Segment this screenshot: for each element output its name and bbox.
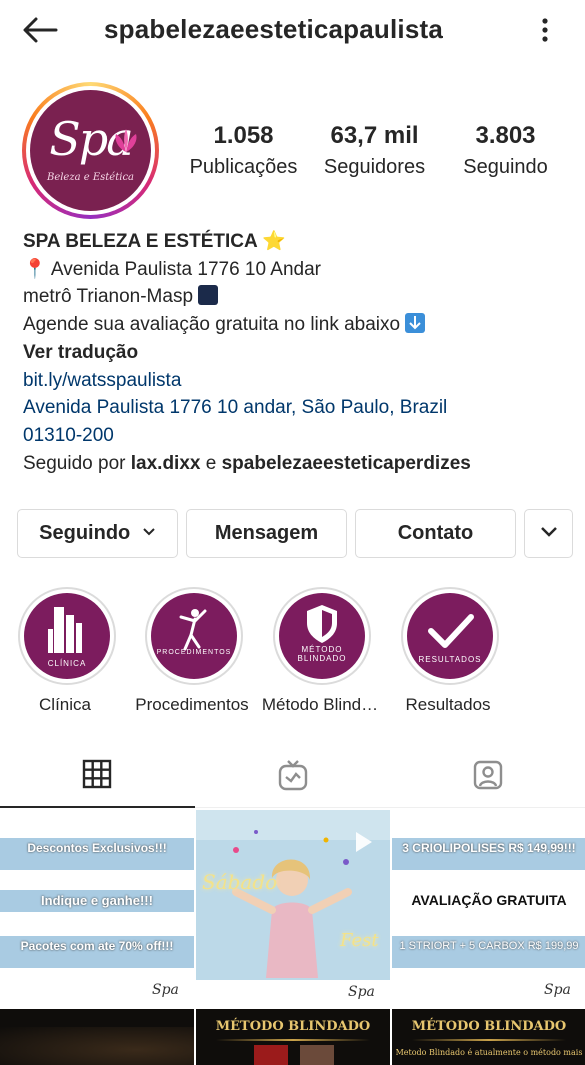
post-divider	[412, 1039, 566, 1041]
bio-line3-text: Agende sua avaliação gratuita no link ab…	[23, 314, 401, 336]
bio-line1-text: Avenida Paulista 1776 10 Andar	[50, 258, 321, 280]
stat-followers-value: 63,7 mil	[330, 122, 419, 149]
following-button-label: Seguindo	[39, 522, 131, 544]
post-text: Indique e ganhe!!!	[0, 890, 194, 912]
bio-line2-text: metrô Trianon-Masp	[23, 286, 194, 308]
highlight-label: Procedimentos	[135, 695, 249, 714]
avatar-subtitle: Beleza e Estética	[46, 172, 135, 183]
pin-icon: 📍	[23, 258, 47, 280]
followed-prefix: Seguido por	[23, 452, 131, 474]
following-button[interactable]: Seguindo	[17, 509, 178, 558]
posts-grid: Descontos Exclusivos!!! Indique e ganhe!…	[0, 810, 585, 1065]
post-thumbnail[interactable]: MÉTODO BLINDADO Metodo Blindado é atualm…	[392, 1009, 585, 1065]
highlight-cover: PROCEDIMENTOS	[151, 593, 237, 679]
post-thumbnail[interactable]: MÉTODO BLINDADO	[196, 1009, 390, 1065]
post-logo: Spa	[544, 982, 571, 998]
message-button[interactable]: Mensagem	[186, 509, 347, 558]
highlight-ring: PROCEDIMENTOS	[145, 587, 243, 685]
post-thumbnail[interactable]: 3 CRIOLIPOLISES R$ 149,99!!! AVALIAÇÃO G…	[392, 810, 585, 1006]
post-text: Pacotes com ate 70% off!!!	[0, 936, 194, 968]
post-thumbnail[interactable]	[0, 1009, 194, 1065]
post-text: Sábado	[202, 870, 278, 894]
bio-name: SPA BELEZA E ESTÉTICA ⭐	[23, 231, 286, 252]
stat-followers[interactable]: 63,7 mil Seguidores	[318, 120, 431, 182]
post-image-right	[300, 1045, 334, 1065]
post-thumbnail[interactable]: Descontos Exclusivos!!! Indique e ganhe!…	[0, 810, 194, 1006]
post-thumbnail[interactable]: Sábado Fest Spa	[196, 810, 390, 1006]
down-arrow-icon	[405, 313, 426, 334]
highlight-ring: RESULTADOS	[401, 587, 499, 685]
post-text: MÉTODO BLINDADO	[215, 1019, 371, 1034]
chevron-down-icon	[143, 528, 155, 536]
highlight-cover: CLÍNICA	[24, 593, 110, 679]
profile-bio: SPA BELEZA E ESTÉTICA ⭐ 📍 Avenida Paulis…	[23, 228, 568, 477]
post-text: Descontos Exclusivos!!!	[0, 838, 194, 870]
bio-address-link-1[interactable]: Avenida Paulista 1776 10 andar, São Paul…	[23, 394, 568, 422]
highlight-cover: MÉTODO BLINDADO	[279, 593, 365, 679]
back-arrow-icon[interactable]	[20, 14, 60, 46]
shield-icon	[307, 605, 337, 643]
highlight-cover-text: RESULTADOS	[418, 655, 482, 664]
stat-followers-label: Seguidores	[323, 156, 426, 178]
suggestions-toggle-button[interactable]	[524, 509, 573, 558]
highlight-label: Método Blind…	[261, 695, 379, 714]
avatar-border: Spa Beleza e Estética	[26, 86, 155, 215]
checkmark-icon	[428, 614, 474, 648]
bio-website-link[interactable]: bit.ly/watsspaulista	[23, 367, 568, 395]
post-divider	[216, 1039, 370, 1041]
post-text: 1 STRIORT + 5 CARBOX R$ 199,99	[392, 936, 585, 968]
bio-metro-line: metrô Trianon-Masp	[23, 283, 568, 311]
post-logo: Spa	[348, 984, 375, 1000]
post-text: MÉTODO BLINDADO	[411, 1019, 567, 1034]
tab-igtv[interactable]	[195, 745, 390, 808]
post-dark-bg	[0, 1027, 194, 1065]
highlight-label: Clínica	[39, 695, 91, 714]
post-logo: Spa	[152, 982, 179, 998]
tab-tagged[interactable]	[390, 745, 585, 808]
chevron-down-icon	[540, 527, 557, 537]
highlight-cover-text: PROCEDIMENTOS	[156, 649, 232, 656]
bio-address-link-2[interactable]: 01310-200	[23, 422, 568, 450]
tv-icon	[278, 760, 308, 791]
see-translation-link[interactable]: Ver tradução	[23, 339, 568, 367]
tab-posts-grid[interactable]	[0, 745, 195, 808]
post-image-left	[254, 1045, 288, 1065]
followed-user-1[interactable]: lax.dixx	[131, 453, 201, 474]
more-options-icon[interactable]	[530, 14, 560, 46]
profile-tabs	[0, 745, 585, 808]
stat-posts-label: Publicações	[189, 156, 298, 178]
stat-following-value: 3.803	[475, 122, 536, 149]
profile-username: spabelezaeesteticapaulista	[104, 14, 444, 44]
followed-and: e	[200, 452, 222, 474]
stat-following-label: Seguindo	[463, 156, 548, 178]
highlight-ring: MÉTODO BLINDADO	[273, 587, 371, 685]
avatar-image: Spa Beleza e Estética	[30, 90, 151, 211]
dancer-icon	[179, 609, 207, 651]
stat-posts[interactable]: 1.058 Publicações	[186, 120, 301, 182]
night-sky-icon	[198, 285, 219, 306]
bio-cta-line: Agende sua avaliação gratuita no link ab…	[23, 311, 568, 339]
highlight-cover: RESULTADOS	[407, 593, 493, 679]
tagged-person-icon	[473, 760, 503, 790]
post-text: 3 CRIOLIPOLISES R$ 149,99!!!	[392, 838, 585, 870]
post-text: Fest	[340, 930, 379, 951]
celebrating-woman-image	[232, 830, 372, 978]
highlight-label: Resultados	[405, 695, 491, 714]
highlight-ring: CLÍNICA	[18, 587, 116, 685]
followed-by-line[interactable]: Seguido por lax.dixx e spabelezaeestetic…	[23, 450, 568, 478]
grid-icon	[82, 759, 112, 789]
stat-following[interactable]: 3.803 Seguindo	[458, 120, 553, 182]
followed-user-2[interactable]: spabelezaeesteticaperdizes	[222, 453, 471, 474]
lotus-icon	[115, 129, 137, 152]
contact-button[interactable]: Contato	[355, 509, 516, 558]
bio-address-line: 📍 Avenida Paulista 1776 10 Andar	[23, 256, 568, 284]
highlight-cover-text: MÉTODO BLINDADO	[297, 645, 347, 663]
profile-avatar[interactable]: Spa Beleza e Estética	[22, 82, 159, 219]
highlight-cover-text: CLÍNICA	[47, 659, 87, 668]
top-bar: spabelezaeesteticapaulista	[0, 0, 585, 60]
stat-posts-value: 1.058	[213, 122, 274, 149]
post-text: AVALIAÇÃO GRATUITA	[411, 892, 567, 908]
post-text: Metodo Blindado é atualmente o método ma…	[395, 1048, 583, 1057]
